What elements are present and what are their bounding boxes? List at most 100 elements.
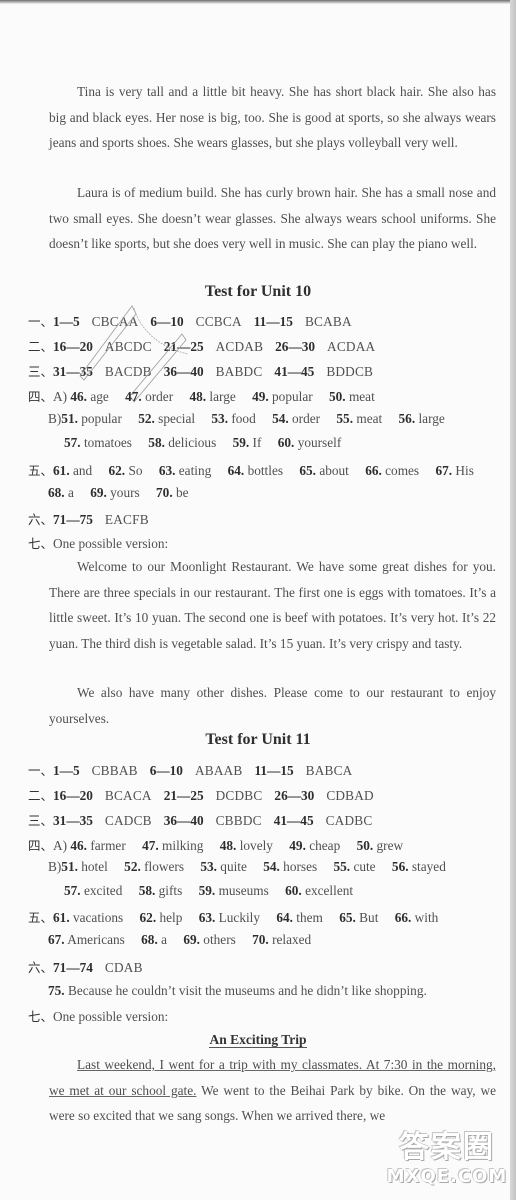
answer-item: 48. large xyxy=(189,389,236,404)
answer-item: 54. horses xyxy=(263,859,318,874)
answer-item: 57. tomatoes xyxy=(64,435,132,450)
range: 36—40 xyxy=(163,364,204,379)
range: 16—20 xyxy=(53,788,93,803)
answer-item: 64. bottles xyxy=(227,463,284,478)
section-label: 三、 xyxy=(28,813,54,828)
answer-item: 56. large xyxy=(398,411,445,426)
section-label: 七、 xyxy=(28,1009,54,1024)
section-label: 六、 xyxy=(28,960,54,975)
unit10-section-7: 七、One possible version: xyxy=(28,533,168,552)
unit11-section-3: 三、31—35 CADCB 36—40 CBBDC 41—45 CADBC xyxy=(28,810,384,829)
answer-item: 69. yours xyxy=(90,485,140,500)
unit11-section-5: 五、61. vacations 62. help 63. Luckily 64.… xyxy=(28,907,451,926)
answers: CCBCA xyxy=(195,314,242,329)
answer-item: 68. a xyxy=(48,485,74,500)
answers: ACDAA xyxy=(327,339,376,354)
answer-item: 55. cute xyxy=(333,859,376,874)
answer-item: 55. meat xyxy=(336,411,383,426)
section-label: 三、 xyxy=(28,364,54,379)
answer-item: 56. stayed xyxy=(391,859,446,874)
unit10-section-5-cont: 68. a 69. yours 70. be xyxy=(48,485,202,501)
unit10-section-6: 六、71—75 EACFB xyxy=(28,509,161,528)
unit11-section-4a: 四、A) 46. farmer 47. milking 48. lovely 4… xyxy=(28,835,416,854)
unit11-section-1: 一、1—5 CBBAB 6—10 ABAAB 11—15 BABCA xyxy=(28,760,364,779)
answer-item: 53. quite xyxy=(200,859,247,874)
question-number: 75. xyxy=(48,983,65,998)
answers: BCACA xyxy=(104,788,152,803)
answer-text: Because he couldn’t visit the museums an… xyxy=(67,983,427,998)
unit10-section-4b: B)51. popular 52. special 53. food 54. o… xyxy=(48,411,458,427)
passage-paragraph: Tina is very tall and a little bit heavy… xyxy=(49,84,496,150)
answers: BDDCB xyxy=(326,364,374,379)
unit10-section-4a: 四、A) 46. age 47. order 48. large 49. pop… xyxy=(28,386,388,405)
unit11-section-7: 七、One possible version: xyxy=(28,1006,168,1025)
answers: CDAB xyxy=(104,960,143,975)
answer-item: 68. a xyxy=(141,932,168,947)
watermark-en: MXQE.COM xyxy=(386,1166,508,1187)
section-label: 四、 xyxy=(28,389,54,404)
unit10-section-3: 三、31—35 BACDB 36—40 BABDC 41—45 BDDCB xyxy=(28,361,385,380)
answers: ABCDC xyxy=(104,339,152,354)
answer-item: 63. eating xyxy=(158,463,212,478)
answers: DCDBC xyxy=(215,788,263,803)
essay-title-text: An Exciting Trip xyxy=(209,1032,307,1048)
range: 1—5 xyxy=(53,763,80,778)
answers: BABDC xyxy=(215,364,263,379)
range: 71—74 xyxy=(53,960,93,975)
answer-item: 50. meat xyxy=(328,389,375,404)
unit11-section-4b-cont: 57. excited 58. gifts 59. museums 60. ex… xyxy=(64,883,366,899)
unit11-q75: 75. Because he couldn’t visit the museum… xyxy=(48,983,427,999)
answers: CBBDC xyxy=(215,813,262,828)
answer-item: 58. gifts xyxy=(138,883,183,898)
answers: CBCAA xyxy=(91,314,139,329)
answer-item: 70. be xyxy=(156,485,189,500)
essay-paragraph: Last weekend, I went for a trip with my … xyxy=(49,1052,496,1129)
answers: ACDAB xyxy=(215,339,264,354)
answer-item: 48. lovely xyxy=(219,838,273,853)
answers: CDBAD xyxy=(326,788,374,803)
range: 11—15 xyxy=(253,314,293,329)
answer-item: 54. order xyxy=(272,411,321,426)
answer-item: 50. grew xyxy=(356,838,404,853)
answer-item: 65. But xyxy=(339,910,379,925)
answer-item: 67. Americans xyxy=(48,932,125,947)
passage-paragraph: Laura is of medium build. She has curly … xyxy=(49,185,496,251)
section-label: 一、 xyxy=(28,763,54,778)
answer-item: 52. special xyxy=(138,411,196,426)
unit10-section-5: 五、61. and 62. So 63. eating 64. bottles … xyxy=(28,460,487,479)
unit10-title: Test for Unit 10 xyxy=(204,283,312,300)
range: 21—25 xyxy=(163,339,204,354)
answer-item: 64. them xyxy=(276,910,323,925)
section-label: 二、 xyxy=(28,788,54,803)
range: 26—30 xyxy=(275,339,316,354)
range: 11—15 xyxy=(254,763,294,778)
answer-item: 69. others xyxy=(183,932,236,947)
answer-item: 46. farmer xyxy=(70,838,126,853)
answer-item: 60. excellent xyxy=(285,883,354,898)
answer-item: 51. popular xyxy=(61,411,122,426)
page-right-edge xyxy=(510,0,516,1200)
answer-item: 65. about xyxy=(299,463,349,478)
section-label: 五、 xyxy=(28,910,54,925)
section-intro: One possible version: xyxy=(53,1009,169,1024)
unit11-title: Test for Unit 11 xyxy=(205,731,311,748)
answer-item: 66. with xyxy=(394,910,439,925)
range: 1—5 xyxy=(53,314,80,329)
answer-item: 47. milking xyxy=(142,838,204,853)
answer-item: 59. If xyxy=(232,435,262,450)
section-label: 一、 xyxy=(28,314,54,329)
range: 6—10 xyxy=(149,763,183,778)
range: 31—35 xyxy=(53,364,93,379)
section-label: 五、 xyxy=(28,463,54,478)
answer-item: 70. relaxed xyxy=(252,932,312,947)
answer-item: 52. flowers xyxy=(124,859,185,874)
answers: CADCB xyxy=(104,813,152,828)
range: 16—20 xyxy=(53,339,93,354)
answer-item: 61. and xyxy=(53,463,93,478)
answer-item: 62. So xyxy=(108,463,143,478)
section-label: 六、 xyxy=(28,512,54,527)
unit11-section-5-cont: 67. Americans 68. a 69. others 70. relax… xyxy=(48,932,324,948)
section-label: 七、 xyxy=(28,536,54,551)
range: 41—45 xyxy=(273,813,314,828)
range: 31—35 xyxy=(53,813,93,828)
